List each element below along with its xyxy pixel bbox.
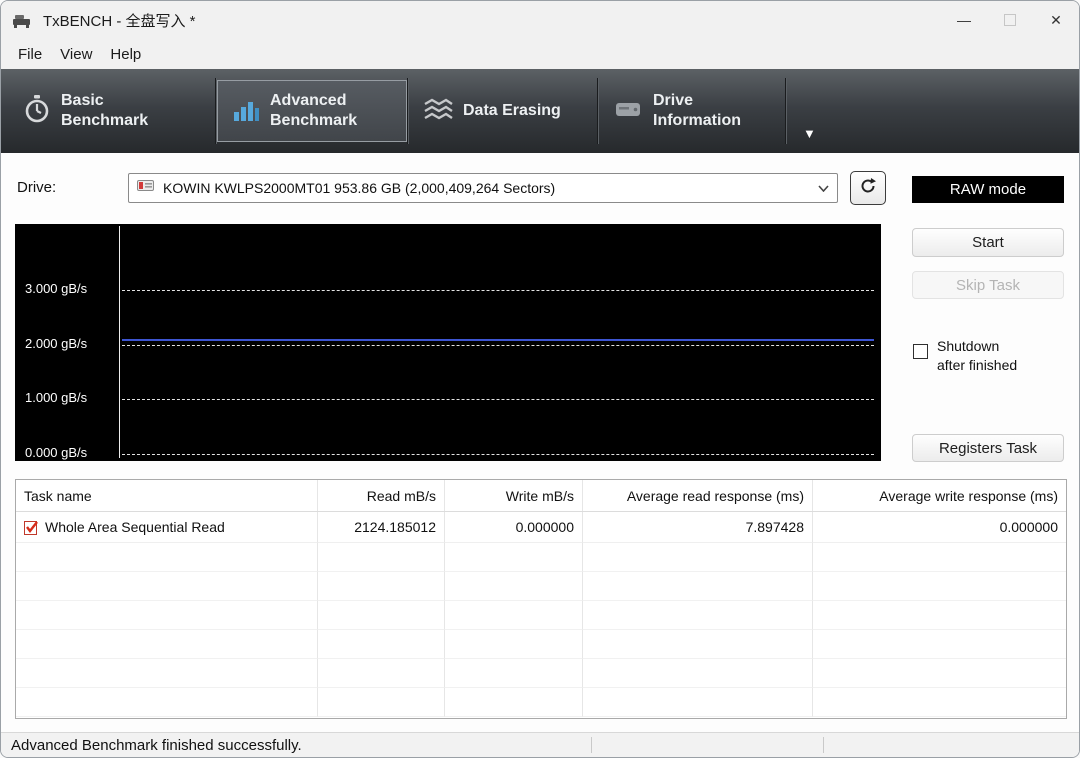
refresh-icon [859, 177, 877, 200]
drive-select-value: KOWIN KWLPS2000MT01 953.86 GB (2,000,409… [163, 180, 556, 196]
window-title: TxBENCH - 全盘写入 * [43, 12, 196, 30]
drive-label: Drive: [17, 179, 57, 196]
y-axis-tick: 2.000 gB/s [25, 336, 88, 351]
drive-icon [613, 96, 643, 127]
plot-area [119, 226, 876, 458]
tab-label-line1: Drive [653, 92, 694, 109]
start-button[interactable]: Start [912, 228, 1064, 257]
avg-write-value: 0.000000 [813, 512, 1066, 543]
app-window: TxBENCH - 全盘写入 * — ✕ File View Help Basi… [0, 0, 1080, 758]
shutdown-checkbox-label[interactable]: Shutdown after finished [937, 337, 1017, 375]
skip-task-button[interactable]: Skip Task [912, 271, 1064, 299]
app-icon [11, 10, 35, 30]
status-message: Advanced Benchmark finished successfully… [11, 736, 302, 754]
read-value: 2124.185012 [318, 512, 445, 543]
chevron-down-icon[interactable]: ▼ [803, 126, 816, 141]
y-axis-tick: 1.000 gB/s [25, 390, 88, 405]
statusbar-divider [823, 737, 824, 753]
results-table: Task name Read mB/s Write mB/s Average r… [15, 479, 1067, 719]
tab-label-line2: Information [653, 112, 741, 129]
col-task-name[interactable]: Task name [16, 480, 318, 511]
titlebar: TxBENCH - 全盘写入 * — ✕ [1, 1, 1079, 39]
erase-waves-icon [423, 97, 453, 126]
tab-label-line1: Data Erasing [463, 102, 561, 119]
minimize-button[interactable]: — [941, 1, 987, 39]
statusbar-divider [591, 737, 592, 753]
menu-view[interactable]: View [51, 42, 101, 67]
drive-small-icon [137, 178, 155, 198]
col-avg-write-response[interactable]: Average write response (ms) [813, 480, 1066, 511]
toolbar-separator [785, 78, 787, 144]
tab-advanced-benchmark[interactable]: Advanced Benchmark [217, 80, 407, 142]
chevron-down-icon [818, 184, 829, 192]
shutdown-checkbox[interactable] [913, 344, 928, 359]
gridline [122, 345, 874, 346]
y-axis-tick: 3.000 gB/s [25, 281, 88, 296]
tab-data-erasing[interactable]: Data Erasing [409, 80, 597, 142]
col-avg-read-response[interactable]: Average read response (ms) [583, 480, 813, 511]
table-row-empty [16, 688, 1066, 717]
gridline [122, 454, 874, 455]
gridline [122, 399, 874, 400]
table-header: Task name Read mB/s Write mB/s Average r… [16, 480, 1066, 512]
table-row-empty [16, 543, 1066, 572]
maximize-button[interactable] [987, 1, 1033, 39]
avg-read-value: 7.897428 [583, 512, 813, 543]
tab-label-line1: Advanced [270, 92, 347, 109]
table-row-empty [16, 659, 1066, 688]
table-row[interactable]: Whole Area Sequential Read 2124.185012 0… [16, 512, 1066, 543]
col-read-mbs[interactable]: Read mB/s [318, 480, 445, 511]
speed-chart: 3.000 gB/s 2.000 gB/s 1.000 gB/s 0.000 g… [15, 224, 881, 461]
tab-basic-benchmark[interactable]: Basic Benchmark [9, 80, 215, 142]
raw-mode-button[interactable]: RAW mode [912, 176, 1064, 203]
col-write-mbs[interactable]: Write mB/s [445, 480, 583, 511]
write-value: 0.000000 [445, 512, 583, 543]
table-row-empty [16, 601, 1066, 630]
close-button[interactable]: ✕ [1033, 1, 1079, 39]
speed-line [122, 339, 874, 341]
tab-label-line1: Basic [61, 92, 104, 109]
registers-task-button[interactable]: Registers Task [912, 434, 1064, 462]
bar-chart-icon [232, 95, 260, 128]
menu-file[interactable]: File [9, 42, 51, 67]
main-content: Drive: KOWIN KWLPS2000MT01 953.86 GB (2,… [1, 153, 1079, 732]
tab-label-line2: Benchmark [61, 112, 149, 129]
table-row-empty [16, 572, 1066, 601]
drive-select[interactable]: KOWIN KWLPS2000MT01 953.86 GB (2,000,409… [128, 173, 838, 203]
statusbar: Advanced Benchmark finished successfully… [1, 732, 1079, 757]
mode-toolbar: Basic Benchmark Advanced Benchmark Data … [1, 69, 1079, 153]
maximize-icon [1004, 14, 1016, 26]
tab-label-line2: Benchmark [270, 112, 358, 129]
menu-help[interactable]: Help [101, 42, 150, 67]
table-row-empty [16, 630, 1066, 659]
stopwatch-icon [23, 94, 51, 129]
refresh-drives-button[interactable] [850, 171, 886, 205]
window-controls: — ✕ [941, 1, 1079, 39]
menubar: File View Help [1, 39, 1079, 69]
task-check-icon [24, 520, 39, 535]
y-axis-tick: 0.000 gB/s [25, 445, 88, 460]
gridline [122, 290, 874, 291]
task-name: Whole Area Sequential Read [45, 519, 225, 535]
tab-drive-information[interactable]: Drive Information [599, 80, 785, 142]
